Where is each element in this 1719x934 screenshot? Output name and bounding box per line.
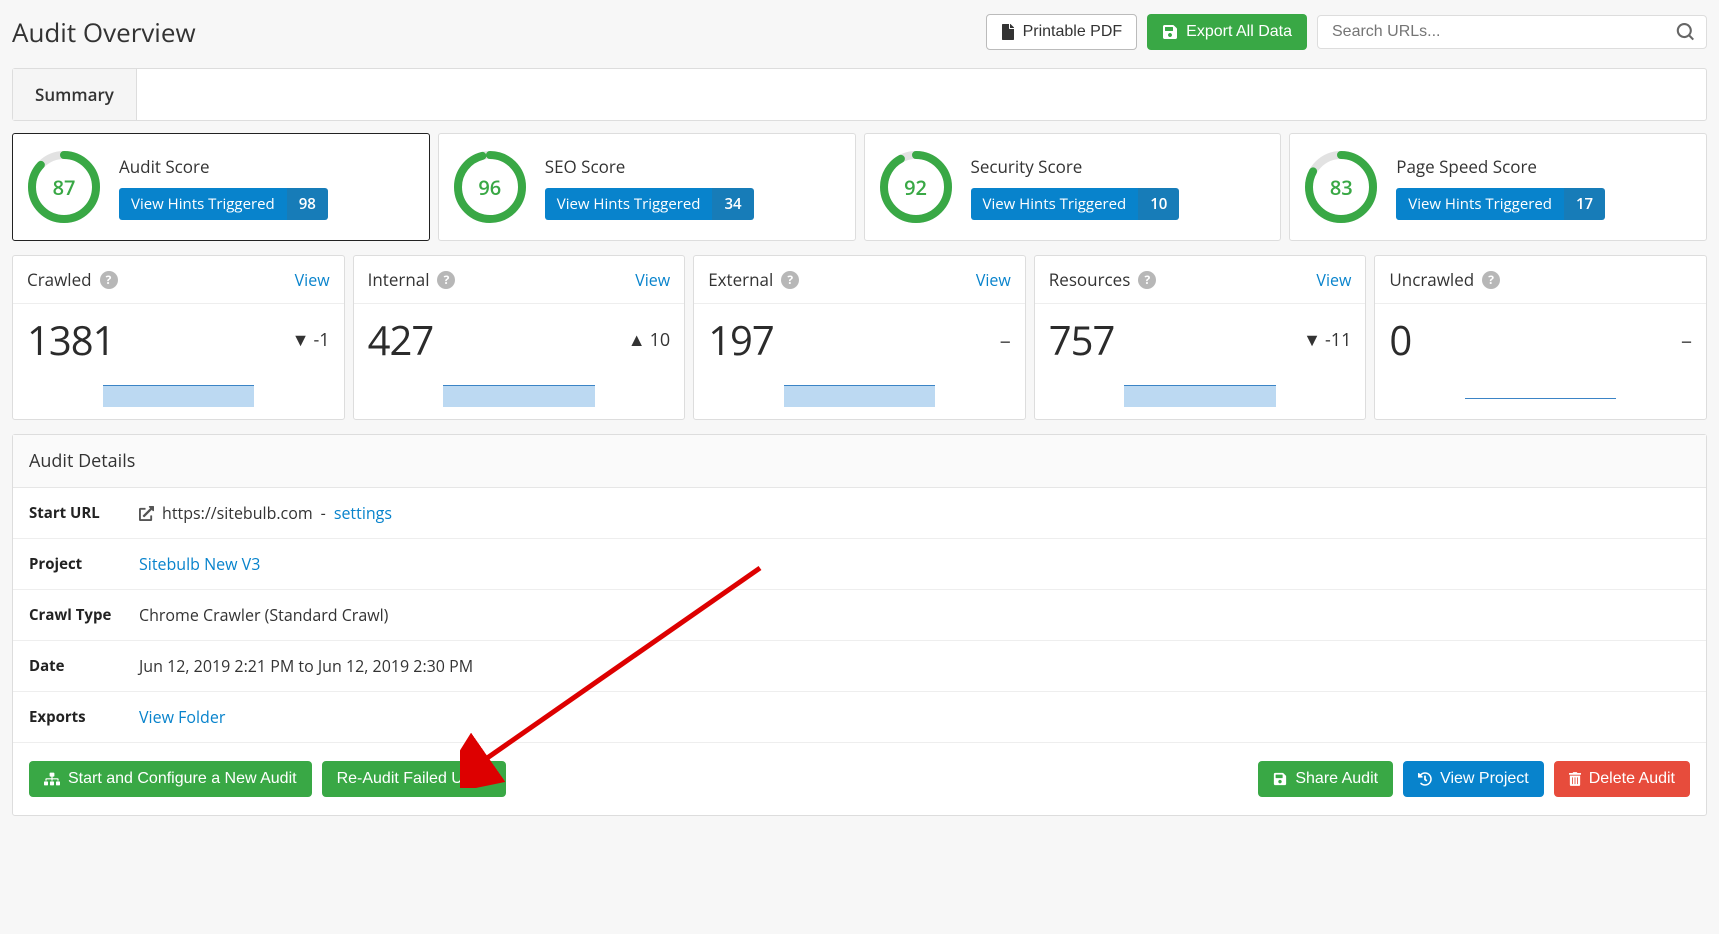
sparkline (103, 385, 254, 407)
share-audit-button[interactable]: Share Audit (1258, 761, 1393, 797)
sitemap-icon (44, 772, 60, 786)
stat-delta: ▼-11 (1303, 328, 1351, 352)
search-icon (1676, 23, 1694, 41)
stat-value: 197 (708, 312, 774, 367)
detail-key-date: Date (29, 656, 139, 676)
sparkline (784, 385, 935, 407)
stat-card-resources: Resources? View 757 ▼-11 (1034, 255, 1367, 420)
stat-value: 0 (1389, 312, 1411, 367)
file-pdf-icon (1001, 24, 1015, 40)
project-link[interactable]: Sitebulb New V3 (139, 553, 260, 575)
detail-start-url: https://sitebulb.com (162, 502, 313, 524)
detail-key-crawl-type: Crawl Type (29, 605, 139, 625)
stat-value: 1381 (27, 312, 114, 367)
stat-value: 427 (368, 312, 434, 367)
view-hints-button[interactable]: View Hints Triggered 98 (119, 188, 328, 220)
re-audit-failed-urls-button[interactable]: Re-Audit Failed URLs (322, 761, 507, 797)
score-ring: 96 (453, 150, 527, 224)
tab-summary[interactable]: Summary (13, 69, 137, 120)
score-ring: 87 (27, 150, 101, 224)
view-link[interactable]: View (295, 269, 330, 291)
score-label: Page Speed Score (1396, 155, 1605, 178)
view-hints-button[interactable]: View Hints Triggered 17 (1396, 188, 1605, 220)
score-value: 83 (1304, 150, 1378, 224)
stat-delta: – (1000, 325, 1011, 355)
score-label: SEO Score (545, 155, 754, 178)
save-icon (1273, 772, 1287, 786)
score-card-security-score[interactable]: 92 Security Score View Hints Triggered 1… (864, 133, 1282, 241)
score-card-audit-score[interactable]: 87 Audit Score View Hints Triggered 98 (12, 133, 430, 241)
export-all-data-button[interactable]: Export All Data (1147, 14, 1307, 50)
settings-link[interactable]: settings (334, 502, 392, 524)
stat-name: Uncrawled? (1389, 268, 1500, 291)
sparkline (1124, 385, 1275, 407)
tabs-bar: Summary (12, 68, 1707, 121)
hints-count: 17 (1564, 188, 1605, 220)
score-value: 96 (453, 150, 527, 224)
view-project-button[interactable]: View Project (1403, 761, 1544, 797)
score-value: 92 (879, 150, 953, 224)
detail-key-start-url: Start URL (29, 503, 139, 523)
view-hints-button[interactable]: View Hints Triggered 10 (971, 188, 1180, 220)
delete-audit-button[interactable]: Delete Audit (1554, 761, 1690, 797)
printable-pdf-button[interactable]: Printable PDF (986, 14, 1138, 50)
audit-details-title: Audit Details (13, 435, 1706, 488)
sparkline (443, 385, 594, 407)
start-new-audit-button[interactable]: Start and Configure a New Audit (29, 761, 312, 797)
score-card-page-speed-score[interactable]: 83 Page Speed Score View Hints Triggered… (1289, 133, 1707, 241)
view-folder-link[interactable]: View Folder (139, 706, 225, 728)
score-label: Audit Score (119, 155, 328, 178)
stat-name: Resources? (1049, 268, 1157, 291)
external-link-icon (139, 506, 154, 521)
save-icon (1162, 24, 1178, 40)
score-ring: 92 (879, 150, 953, 224)
score-card-seo-score[interactable]: 96 SEO Score View Hints Triggered 34 (438, 133, 856, 241)
stat-delta: – (1681, 325, 1692, 355)
stat-card-internal: Internal? View 427 ▲10 (353, 255, 686, 420)
stat-name: Crawled? (27, 268, 118, 291)
history-icon (1418, 772, 1432, 786)
search-urls-input[interactable] (1330, 22, 1676, 42)
search-urls-box[interactable] (1317, 15, 1707, 49)
detail-date: Jun 12, 2019 2:21 PM to Jun 12, 2019 2:3… (139, 655, 473, 677)
hints-count: 34 (712, 188, 753, 220)
stat-card-external: External? View 197 – (693, 255, 1026, 420)
info-icon[interactable]: ? (781, 271, 799, 289)
stat-name: Internal? (368, 268, 456, 291)
info-icon[interactable]: ? (437, 271, 455, 289)
hints-count: 98 (287, 188, 328, 220)
view-link[interactable]: View (635, 269, 670, 291)
detail-crawl-type: Chrome Crawler (Standard Crawl) (139, 604, 388, 626)
info-icon[interactable]: ? (100, 271, 118, 289)
view-link[interactable]: View (976, 269, 1011, 291)
hints-count: 10 (1138, 188, 1179, 220)
trash-icon (1569, 772, 1581, 786)
info-icon[interactable]: ? (1482, 271, 1500, 289)
stat-card-crawled: Crawled? View 1381 ▼-1 (12, 255, 345, 420)
stat-value: 757 (1049, 312, 1115, 367)
view-hints-button[interactable]: View Hints Triggered 34 (545, 188, 754, 220)
info-icon[interactable]: ? (1138, 271, 1156, 289)
view-link[interactable]: View (1316, 269, 1351, 291)
stat-card-uncrawled: Uncrawled? 0 – (1374, 255, 1707, 420)
page-title: Audit Overview (12, 14, 196, 50)
audit-details-panel: Audit Details Start URL https://sitebulb… (12, 434, 1707, 816)
stat-name: External? (708, 268, 799, 291)
score-value: 87 (27, 150, 101, 224)
stat-delta: ▲10 (628, 328, 670, 352)
score-label: Security Score (971, 155, 1180, 178)
sparkline (1465, 398, 1616, 399)
score-ring: 83 (1304, 150, 1378, 224)
detail-key-project: Project (29, 554, 139, 574)
stat-delta: ▼-1 (292, 328, 330, 352)
detail-key-exports: Exports (29, 707, 139, 727)
